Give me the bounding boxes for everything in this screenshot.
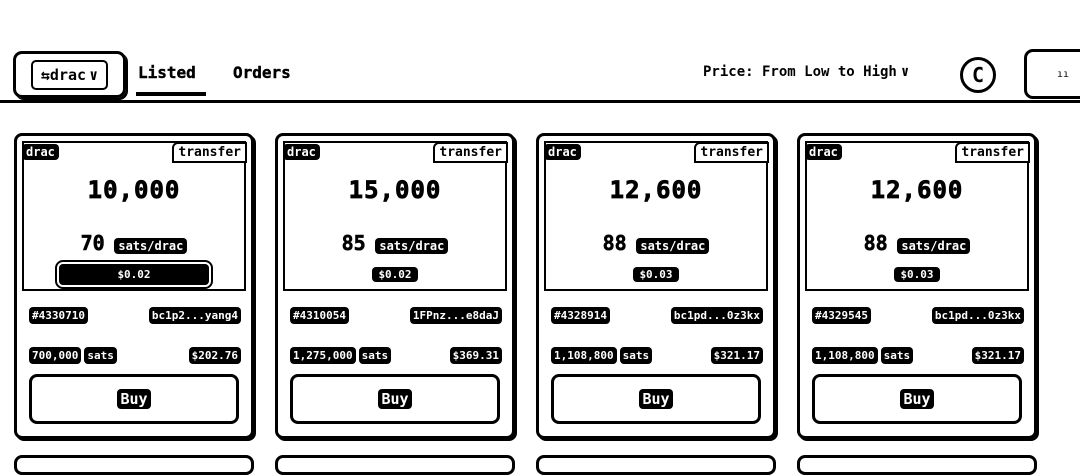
seller-address[interactable]: 1FPnz...e8daJ (409, 307, 502, 324)
buy-button[interactable]: Buy (812, 374, 1022, 424)
total-sats-label: sats (880, 347, 914, 364)
tab-orders[interactable]: Orders (233, 63, 291, 82)
unit-price-usd-value: $0.02 (55, 260, 213, 289)
total-price-row: 1,108,800 sats $321.17 (812, 347, 1024, 364)
inscription-row: #4330710 bc1p2...yang4 (29, 307, 241, 324)
chevron-down-icon: ∨ (89, 65, 99, 84)
total-sats: 700,000 sats (29, 347, 117, 364)
unit-price-usd: $0.02 (17, 260, 251, 289)
ticker-badge: drac (544, 144, 581, 160)
total-usd: $321.17 (971, 347, 1024, 364)
listing-card: drac transfer 12,600 88 sats/drac $0.03 … (797, 133, 1037, 439)
unit-price-value: 85 (341, 231, 366, 256)
inscription-number[interactable]: #4310054 (290, 307, 349, 324)
unit-price-value: 70 (80, 231, 105, 256)
unit-price-label: sats/drac (375, 238, 449, 254)
unit-price-value: 88 (863, 231, 888, 256)
unit-price: 70 sats/drac (17, 231, 251, 255)
buy-button-label: Buy (117, 389, 151, 409)
token-amount: 12,600 (870, 176, 964, 205)
inscription-number[interactable]: #4328914 (551, 307, 610, 324)
unit-price-value: 88 (602, 231, 627, 256)
header-divider (0, 100, 1080, 103)
buy-button[interactable]: Buy (551, 374, 761, 424)
listing-card: drac transfer 12,600 88 sats/drac $0.03 … (536, 133, 776, 439)
seller-address[interactable]: bc1pd...0z3kx (931, 307, 1024, 324)
unit-price: 88 sats/drac (800, 231, 1034, 255)
buy-button[interactable]: Buy (290, 374, 500, 424)
ticker-badge: drac (283, 144, 320, 160)
sort-dropdown[interactable]: Price: From Low to High ∨ (703, 64, 909, 80)
total-sats-value: 700,000 (29, 347, 82, 364)
inscription-number[interactable]: #4329545 (812, 307, 871, 324)
token-amount: 12,600 (609, 176, 703, 205)
buy-button-label: Buy (378, 389, 412, 409)
total-sats-label: sats (358, 347, 392, 364)
unit-price: 88 sats/drac (539, 231, 773, 255)
token-amount: 15,000 (348, 176, 442, 205)
token-select-inner: ⇆drac ∨ (30, 59, 109, 90)
total-usd: $321.17 (710, 347, 763, 364)
unit-price-label: sats/drac (897, 238, 971, 254)
listing-card (275, 455, 515, 475)
total-price-row: 1,275,000 sats $369.31 (290, 347, 502, 364)
unit-price-usd-value: $0.03 (633, 267, 679, 282)
wallet-button-label: ıı (1057, 68, 1070, 80)
chevron-down-icon: ∨ (900, 64, 910, 80)
total-sats-value: 1,275,000 (290, 347, 356, 364)
total-sats-label: sats (619, 347, 653, 364)
unit-price-label: sats/drac (114, 238, 188, 254)
wallet-button[interactable]: ıı (1024, 49, 1080, 99)
seller-address[interactable]: bc1pd...0z3kx (670, 307, 763, 324)
total-usd: $369.31 (449, 347, 502, 364)
unit-price-usd: $0.02 (278, 263, 512, 282)
token-amount: 10,000 (87, 176, 181, 205)
type-badge: transfer (433, 142, 508, 163)
total-usd: $202.76 (188, 347, 241, 364)
ticker-badge: drac (22, 144, 59, 160)
total-sats-value: 1,108,800 (551, 347, 617, 364)
buy-button-label: Buy (639, 389, 673, 409)
seller-address[interactable]: bc1p2...yang4 (148, 307, 241, 324)
sort-label: Price: From Low to High (703, 64, 897, 80)
listing-card: drac transfer 10,000 70 sats/drac $0.02 … (14, 133, 254, 439)
total-price-row: 700,000 sats $202.76 (29, 347, 241, 364)
token-select-button[interactable]: ⇆drac ∨ (13, 51, 126, 98)
unit-price-usd-value: $0.02 (372, 267, 418, 282)
total-sats-label: sats (84, 347, 117, 364)
token-select-label: ⇆drac (40, 65, 87, 84)
buy-button-label: Buy (900, 389, 934, 409)
listing-card (536, 455, 776, 475)
unit-price: 85 sats/drac (278, 231, 512, 255)
inscription-row: #4329545 bc1pd...0z3kx (812, 307, 1024, 324)
unit-price-usd: $0.03 (539, 263, 773, 282)
type-badge: transfer (955, 142, 1030, 163)
total-sats: 1,275,000 sats (290, 347, 392, 364)
inscription-row: #4328914 bc1pd...0z3kx (551, 307, 763, 324)
unit-price-usd-value: $0.03 (894, 267, 940, 282)
ticker-badge: drac (805, 144, 842, 160)
total-price-row: 1,108,800 sats $321.17 (551, 347, 763, 364)
top-bar: ⇆drac ∨ Listed Orders Price: From Low to… (0, 0, 1080, 104)
inscription-number[interactable]: #4330710 (29, 307, 88, 324)
unit-price-usd: $0.03 (800, 263, 1034, 282)
inscription-row: #4310054 1FPnz...e8daJ (290, 307, 502, 324)
listing-card (14, 455, 254, 475)
active-tab-indicator (136, 92, 206, 96)
buy-button[interactable]: Buy (29, 374, 239, 424)
unit-price-label: sats/drac (636, 238, 710, 254)
total-sats-value: 1,108,800 (812, 347, 878, 364)
tab-listed[interactable]: Listed (138, 63, 196, 82)
listing-card (797, 455, 1037, 475)
type-badge: transfer (172, 142, 247, 163)
refresh-icon: C (971, 63, 985, 87)
listing-card: drac transfer 15,000 85 sats/drac $0.02 … (275, 133, 515, 439)
total-sats: 1,108,800 sats (812, 347, 914, 364)
type-badge: transfer (694, 142, 769, 163)
total-sats: 1,108,800 sats (551, 347, 653, 364)
refresh-button[interactable]: C (960, 57, 996, 93)
